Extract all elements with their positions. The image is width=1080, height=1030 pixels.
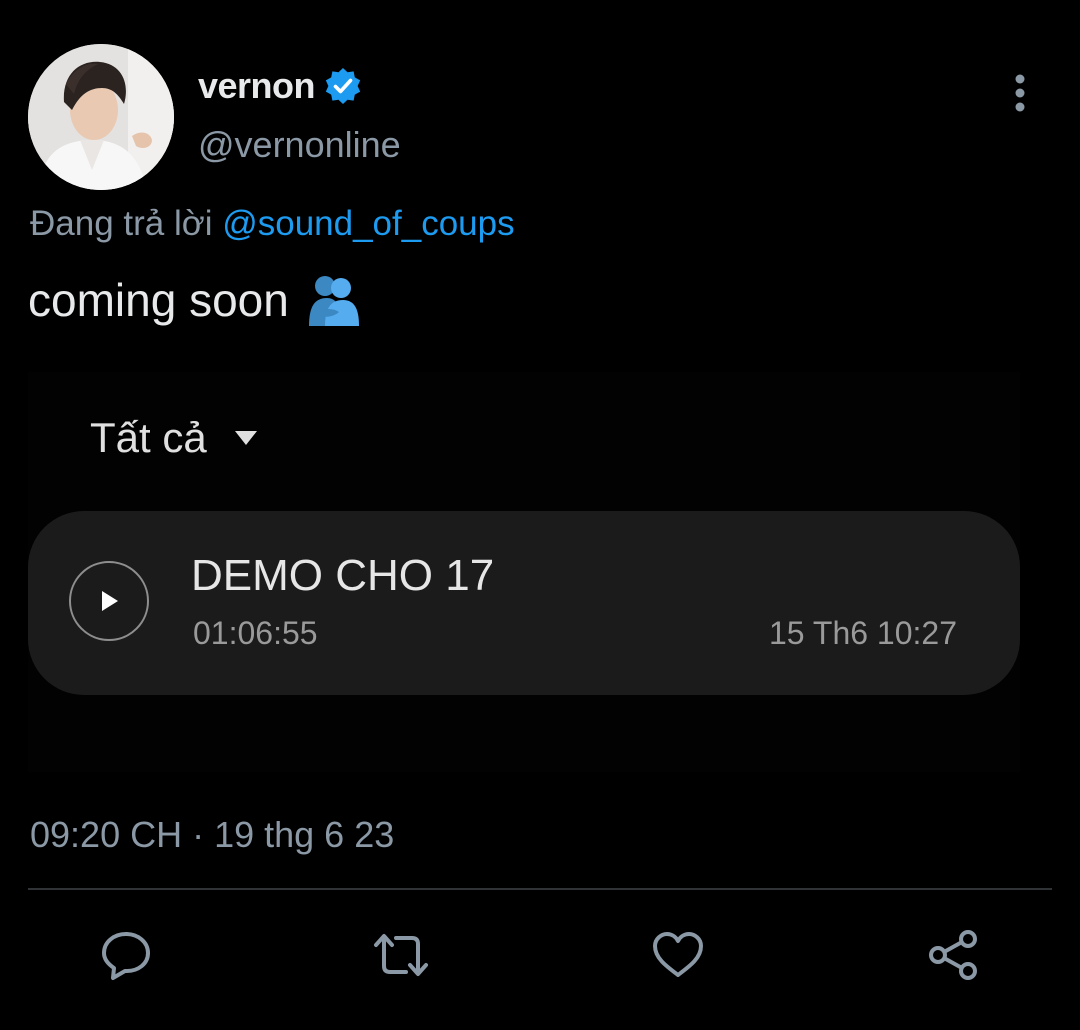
- like-button[interactable]: [649, 926, 707, 984]
- more-vertical-icon: [1015, 74, 1025, 112]
- recording-title: DEMO CHO 17: [191, 551, 495, 600]
- retweet-icon: [374, 934, 428, 976]
- caret-down-icon: [234, 431, 257, 445]
- more-options-button[interactable]: [1000, 70, 1040, 116]
- recording-date: 15 Th6 10:27: [768, 615, 957, 651]
- recording-item[interactable]: DEMO CHO 17 01:06:55 15 Th6 10:27: [28, 511, 1020, 695]
- recordings-filter-dropdown[interactable]: Tất cả: [90, 414, 257, 462]
- comment-icon: [102, 932, 150, 980]
- recording-duration: 01:06:55: [193, 615, 318, 651]
- retweet-button[interactable]: [372, 926, 430, 984]
- replying-to-mention-link[interactable]: @sound_of_coups: [222, 204, 514, 243]
- author-handle[interactable]: @vernonline: [198, 124, 401, 166]
- avatar[interactable]: [28, 44, 174, 190]
- reply-button[interactable]: [97, 926, 155, 984]
- author-name-row[interactable]: vernon: [198, 62, 363, 110]
- play-button[interactable]: [69, 561, 149, 641]
- display-name[interactable]: vernon: [198, 65, 316, 107]
- share-button[interactable]: [925, 926, 983, 984]
- tweet-timestamp[interactable]: 09:20 CH · 19 thg 6 23: [30, 814, 394, 856]
- tweet-text-content: coming soon: [28, 274, 289, 326]
- heart-icon: [653, 932, 703, 977]
- play-icon: [102, 591, 118, 611]
- divider: [28, 888, 1052, 890]
- people-hugging-emoji-icon: [305, 272, 361, 328]
- avatar-photo: [28, 44, 174, 190]
- replying-to: Đang trả lời @sound_of_coups: [30, 204, 515, 244]
- share-icon: [929, 930, 977, 980]
- verified-badge-icon: [323, 66, 363, 106]
- tweet-text: coming soon: [28, 272, 361, 328]
- filter-label: Tất cả: [90, 414, 207, 461]
- replying-to-label: Đang trả lời: [30, 204, 213, 243]
